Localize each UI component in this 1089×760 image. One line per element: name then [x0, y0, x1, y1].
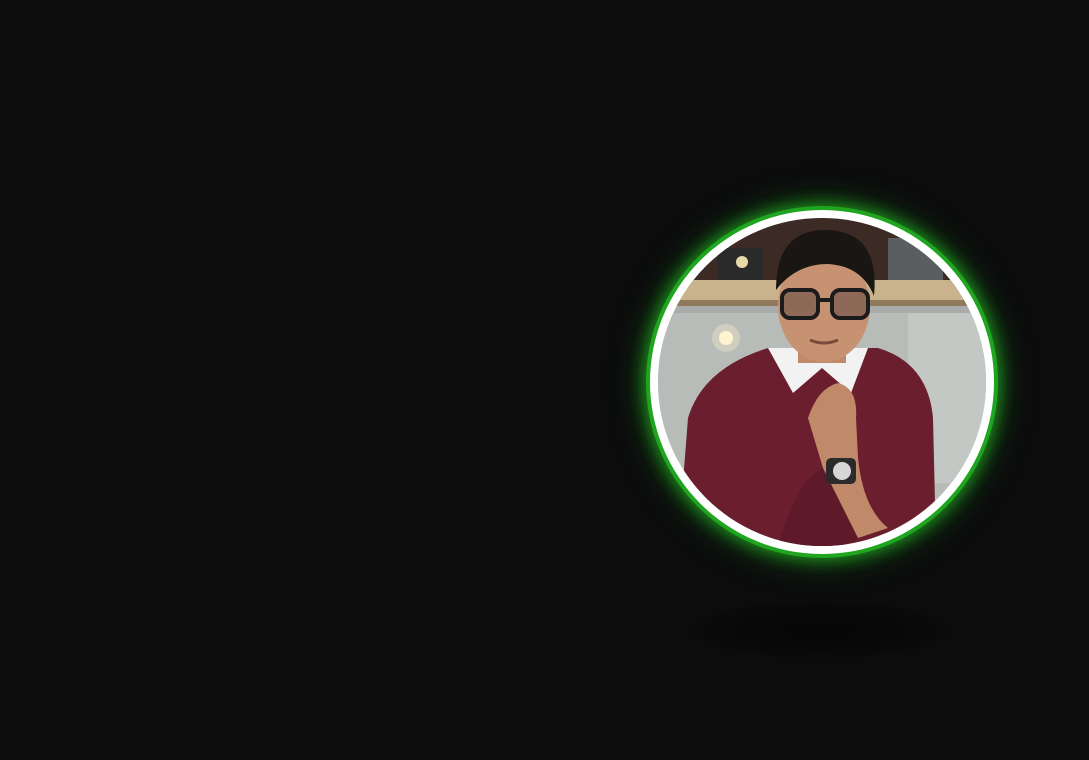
page — [0, 0, 1089, 760]
avatar-photo-icon — [658, 218, 986, 546]
avatar — [650, 210, 994, 554]
avatar-shadow — [690, 600, 950, 660]
